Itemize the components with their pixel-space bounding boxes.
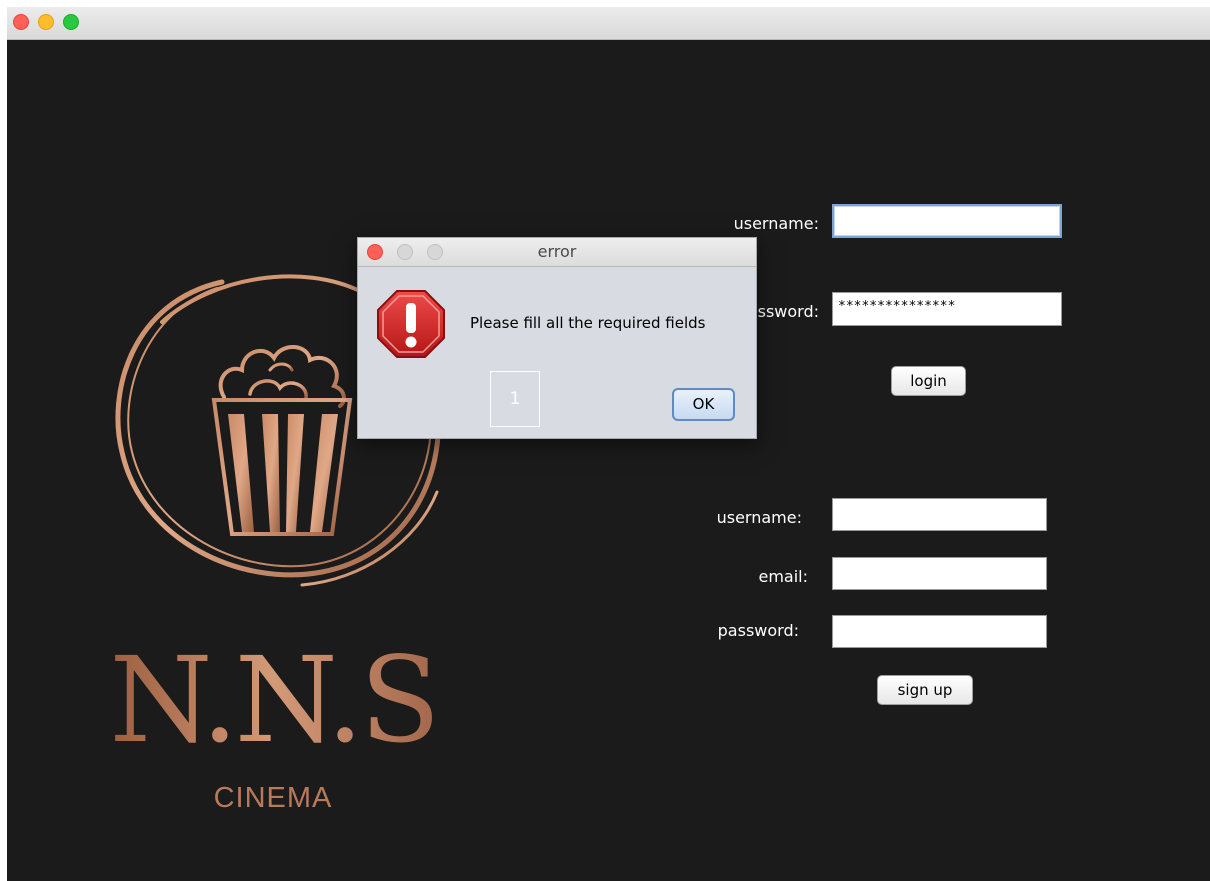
dialog-message: Please fill all the required fields <box>470 314 706 332</box>
login-button[interactable]: login <box>891 366 966 396</box>
brand-subtitle: CINEMA <box>213 782 333 814</box>
sign-up-button[interactable]: sign up <box>877 675 973 705</box>
signup-email-label: email: <box>758 567 808 586</box>
login-password-input[interactable]: *************** <box>832 292 1062 326</box>
login-username-input[interactable] <box>832 204 1062 238</box>
window-titlebar <box>7 7 1210 40</box>
signup-email-input[interactable] <box>832 557 1047 590</box>
dialog-badge: 1 <box>490 371 540 427</box>
dialog-zoom-button <box>427 244 443 260</box>
signup-username-label: username: <box>716 508 802 527</box>
signup-password-label: password: <box>717 621 799 640</box>
dialog-minimize-button <box>397 244 413 260</box>
app-window: N.N.S CINEMA username: password: *******… <box>7 7 1210 881</box>
window-minimize-button[interactable] <box>38 14 54 30</box>
signup-username-input[interactable] <box>832 498 1047 531</box>
dialog-titlebar: error <box>358 238 756 267</box>
error-stop-icon <box>377 290 445 358</box>
error-dialog: error Please fill all the required field… <box>357 237 757 439</box>
login-username-label: username: <box>733 214 819 233</box>
brand-title: N.N.S <box>103 635 443 765</box>
signup-password-input[interactable] <box>832 615 1047 648</box>
ok-button[interactable]: OK <box>672 388 735 421</box>
dialog-title: error <box>537 242 577 261</box>
window-zoom-button[interactable] <box>63 14 79 30</box>
window-close-button[interactable] <box>13 14 29 30</box>
dialog-close-button[interactable] <box>367 244 383 260</box>
